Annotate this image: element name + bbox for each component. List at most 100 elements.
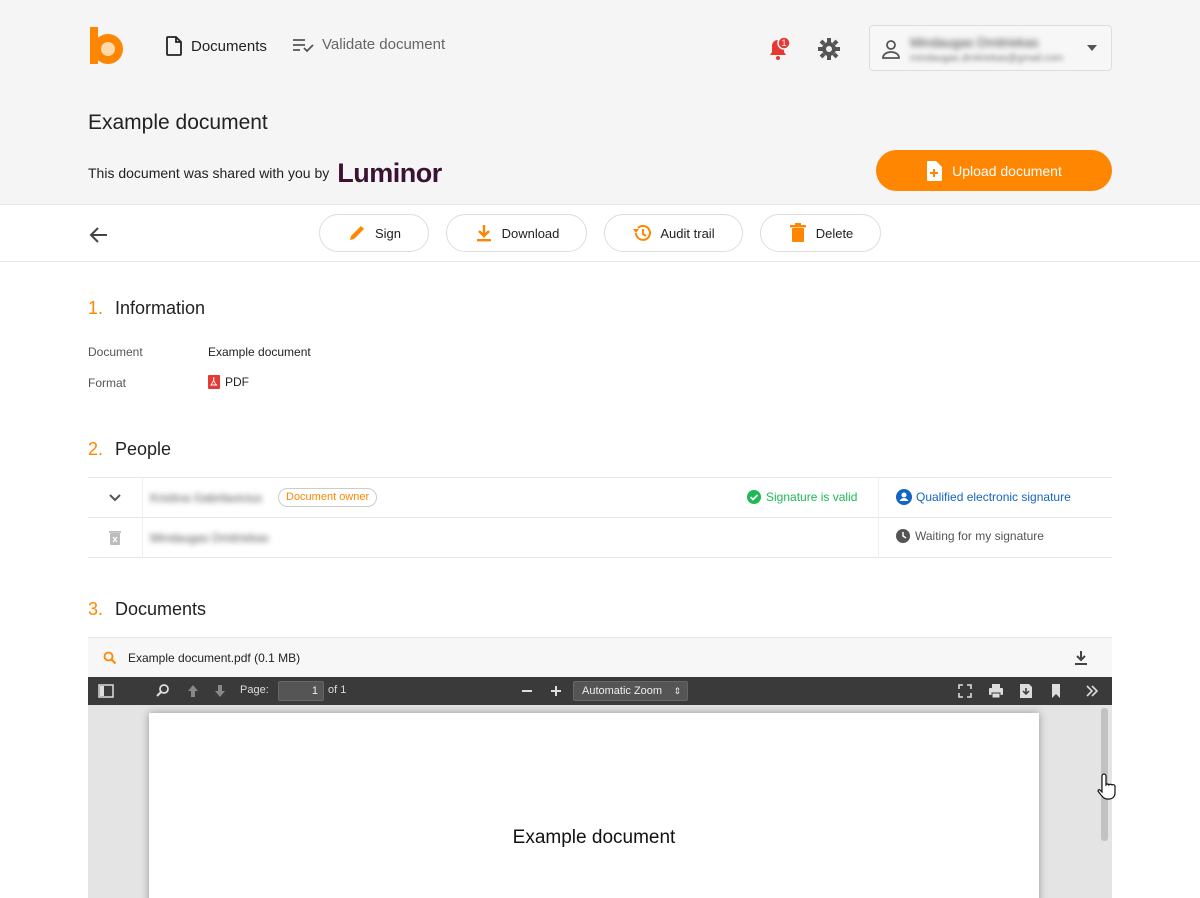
user-icon [882,40,900,59]
document-icon [166,36,182,56]
sidebar-toggle-icon[interactable] [98,683,114,699]
verified-user-icon [896,489,912,505]
check-circle-icon [747,490,761,504]
status-badge: Document owner [278,488,378,507]
section-title: Information [115,298,206,318]
document-value-text: Example document [208,345,311,359]
signature-type-text: Qualified electronic signature [916,490,1071,504]
zoom-in-icon[interactable] [548,683,564,699]
download-icon [476,225,491,242]
format-value-text: PDF [225,375,249,389]
section-title: Documents [115,599,207,619]
upload-document-button[interactable]: Upload document [876,150,1112,191]
signature-status-text: Waiting for my signature [915,529,1044,543]
section-documents-title: 3. Documents [88,599,206,620]
checklist-icon [293,38,314,52]
signature-status: Waiting for my signature [896,529,1044,543]
nav-validate-document[interactable]: Validate document [292,36,445,53]
hand-cursor-icon [1097,773,1116,800]
section-number: 1. [88,298,104,318]
row-action-cell [88,478,143,518]
history-icon [633,224,652,241]
section-number: 3. [88,599,104,619]
print-icon[interactable] [988,683,1004,699]
sign-label: Sign [374,225,402,241]
table-row: Mindaugas Dmitriekas Waiting for my sign… [88,518,1112,558]
zoom-select[interactable]: Automatic Zoom ⇕ [573,681,688,701]
format-label: Format [88,376,127,390]
table-row: Kristina Gabrilavicius Document owner Si… [88,478,1112,518]
page-count: of 1 [328,684,347,696]
download-button[interactable]: Download [446,214,587,252]
notification-count: 1 [781,38,786,48]
format-value: PDF [208,375,249,389]
row-action-cell [88,518,143,558]
nav-documents-label: Documents [191,37,267,55]
app-logo-icon[interactable] [88,27,128,65]
column-divider [878,518,879,558]
fullscreen-icon[interactable] [957,683,973,699]
save-icon[interactable] [1018,683,1034,699]
gear-icon[interactable] [816,36,842,62]
chevron-down-icon [1087,45,1097,51]
column-divider [878,478,879,518]
section-information-title: 1. Information [88,298,205,319]
arrow-down-icon[interactable] [212,683,228,699]
pdf-page-text: Example document [512,827,676,848]
delete-button[interactable]: Delete [760,214,881,252]
nav-validate-label: Validate document [322,36,446,53]
download-icon[interactable] [1074,650,1088,666]
zoom-value: Automatic Zoom [582,685,663,697]
upload-document-label: Upload document [952,162,1062,179]
document-label: Document [88,345,143,359]
shared-text: This document was shared with you by [88,165,330,181]
audit-trail-button[interactable]: Audit trail [604,214,743,252]
person-name: Kristina Gabrilavicius [150,491,263,505]
page-title: Example document [88,111,268,134]
notification-bell-icon[interactable]: 1 [765,36,791,62]
zoom-out-icon[interactable] [519,683,535,699]
pdf-toolbar: Page: of 1 Automatic Zoom ⇕ [88,677,1112,705]
arrow-up-icon[interactable] [185,683,201,699]
signature-status-text: Signature is valid [766,490,858,504]
search-icon[interactable] [103,651,117,665]
nav-documents[interactable]: Documents [165,36,267,56]
download-label: Download [501,225,560,241]
user-menu[interactable]: Mindaugas Dmitriekas mindaugas.dmitrieka… [869,25,1112,71]
person-name: Mindaugas Dmitriekas [150,531,269,545]
section-number: 2. [88,439,104,459]
page-label: Page: [240,684,269,696]
chevron-down-icon[interactable] [108,493,122,503]
page-number-input[interactable] [278,681,324,701]
trash-icon[interactable] [109,530,121,545]
top-header: Documents Validate document 1 Mindaugas … [0,0,1200,205]
pencil-icon [349,226,364,240]
file-add-icon [927,160,943,181]
audit-trail-label: Audit trail [660,225,715,241]
search-icon[interactable] [155,683,171,699]
shared-brand-logo: Luminor [337,158,442,188]
section-people-title: 2. People [88,439,171,460]
section-title: People [115,439,172,459]
people-table: Kristina Gabrilavicius Document owner Si… [88,477,1112,559]
document-value: Example document [208,345,311,359]
pdf-file-icon [208,375,220,389]
double-chevron-right-icon[interactable] [1084,683,1100,699]
bookmark-icon[interactable] [1048,683,1064,699]
signature-status: Signature is valid [747,490,857,504]
user-name: Mindaugas Dmitriekas [910,35,1039,50]
file-name: Example document.pdf (0.1 MB) [128,651,301,665]
delete-label: Delete [815,225,854,241]
pdf-viewer[interactable]: Example document [88,705,1112,898]
sign-button[interactable]: Sign [319,214,429,252]
signature-type-link[interactable]: Qualified electronic signature [896,489,1071,505]
pdf-page: Example document [149,713,1039,898]
clock-icon [896,529,910,543]
document-file-bar: Example document.pdf (0.1 MB) [88,637,1112,677]
trash-icon [789,223,806,242]
document-toolbar: Sign Download Audit trail Delete [0,206,1200,262]
user-email: mindaugas.dmitriekas@gmail.com [910,53,1063,64]
select-arrows-icon: ⇕ [673,686,681,696]
arrow-back-icon[interactable] [88,224,110,246]
shared-by: This document was shared with you by Lum… [88,158,442,188]
